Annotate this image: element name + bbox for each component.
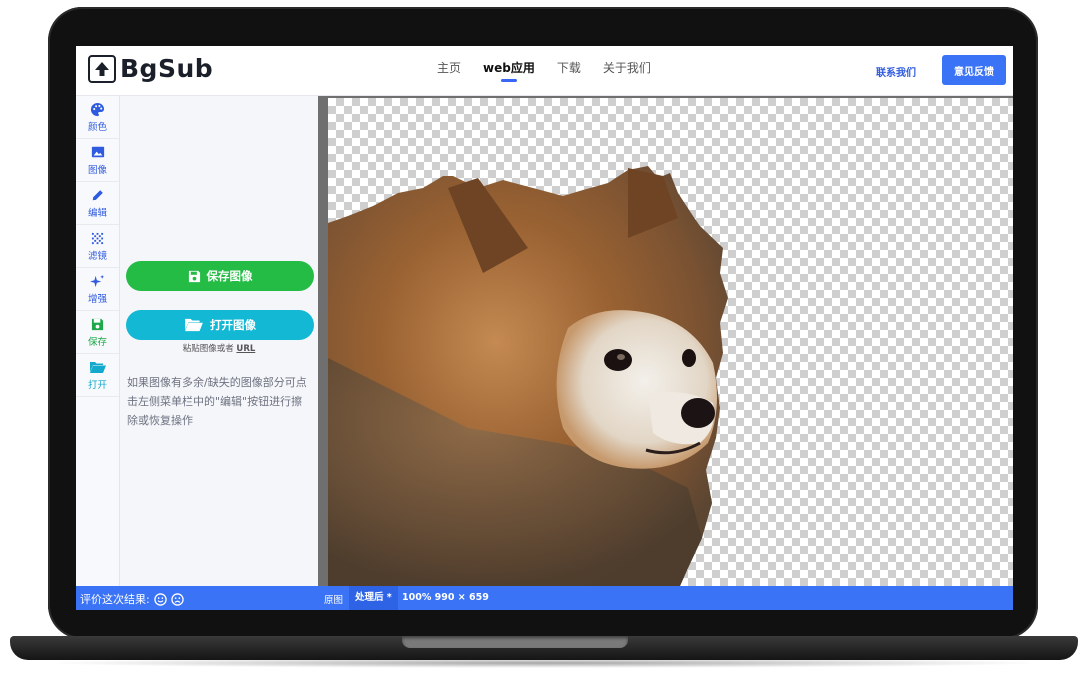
filter-grid-icon: [91, 230, 104, 246]
zoom-info: 100% 990 × 659: [402, 592, 489, 603]
edit-hint-text: 如果图像有多余/缺失的图像部分可点击左侧菜单栏中的"编辑"按钮进行擦除或恢复操作: [127, 376, 307, 427]
tool-edit[interactable]: 编辑: [76, 182, 119, 225]
frown-icon[interactable]: [170, 592, 184, 606]
sparkle-icon: [90, 273, 105, 289]
app-screen: BgSub 主页 web应用 下载 关于我们 联系我们 意见反馈 颜色 图像 编…: [76, 46, 1013, 610]
save-image-label: 保存图像: [206, 271, 253, 283]
feedback-button[interactable]: 意见反馈: [942, 55, 1006, 85]
floppy-icon: [188, 270, 200, 282]
palette-icon: [90, 101, 105, 117]
contact-link[interactable]: 联系我们: [876, 64, 916, 79]
nav-item-home[interactable]: 主页: [426, 60, 472, 82]
logo-upload-icon: [88, 54, 116, 83]
smile-icon[interactable]: [153, 592, 167, 606]
tool-label: 编辑: [87, 208, 107, 219]
logo[interactable]: BgSub: [88, 54, 213, 83]
paste-hint: 粘贴图像或者 URL: [120, 342, 318, 354]
tab-original[interactable]: 原图: [324, 592, 343, 606]
floppy-icon: [91, 316, 104, 332]
tool-label: 保存: [87, 337, 107, 348]
tool-filter[interactable]: 滤镜: [76, 225, 119, 268]
tool-label: 滤镜: [87, 251, 107, 262]
tool-open[interactable]: 打开: [76, 354, 119, 397]
nav-item-web-app[interactable]: web应用: [472, 60, 546, 82]
options-panel: 保存图像 打开图像 粘贴图像或者 URL 如果图像有多余/缺失的图像部分可点击左…: [120, 96, 318, 586]
save-image-button[interactable]: 保存图像: [126, 261, 314, 291]
rate-result: 评价这次结果:: [80, 591, 184, 607]
tool-label: 颜色: [87, 122, 107, 133]
rate-label: 评价这次结果:: [80, 593, 150, 606]
laptop-notch: [402, 636, 628, 648]
tool-label: 图像: [87, 165, 107, 176]
tool-image[interactable]: 图像: [76, 139, 119, 182]
transparency-background: [328, 98, 1013, 586]
image-canvas[interactable]: [318, 96, 1013, 586]
folder-open-icon: [89, 359, 107, 375]
nav-item-download[interactable]: 下载: [546, 60, 592, 82]
dog-cutout-image: [328, 166, 728, 586]
tool-save[interactable]: 保存: [76, 311, 119, 354]
pencil-icon: [91, 187, 105, 203]
folder-open-icon: [185, 318, 203, 332]
paste-url-link[interactable]: URL: [236, 344, 255, 354]
paste-prefix: 粘贴图像或者: [182, 344, 234, 354]
open-image-button[interactable]: 打开图像: [126, 310, 314, 340]
tool-sidebar: 颜色 图像 编辑 滤镜 增强 保存 打开: [76, 96, 120, 586]
tool-color[interactable]: 颜色: [76, 96, 119, 139]
logo-text: BgSub: [120, 54, 214, 83]
open-image-label: 打开图像: [210, 320, 256, 332]
tool-label: 打开: [87, 380, 107, 391]
tab-processed[interactable]: 处理后 *: [349, 586, 398, 610]
tool-enhance[interactable]: 增强: [76, 268, 119, 311]
nav-item-about[interactable]: 关于我们: [592, 60, 662, 82]
top-navbar: BgSub 主页 web应用 下载 关于我们 联系我们 意见反馈: [76, 46, 1013, 96]
tool-label: 增强: [87, 294, 107, 305]
status-bar: 评价这次结果: 原图 处理后 * 100% 990 × 659: [76, 586, 1013, 610]
main-nav: 主页 web应用 下载 关于我们: [426, 60, 662, 82]
image-icon: [91, 144, 105, 160]
